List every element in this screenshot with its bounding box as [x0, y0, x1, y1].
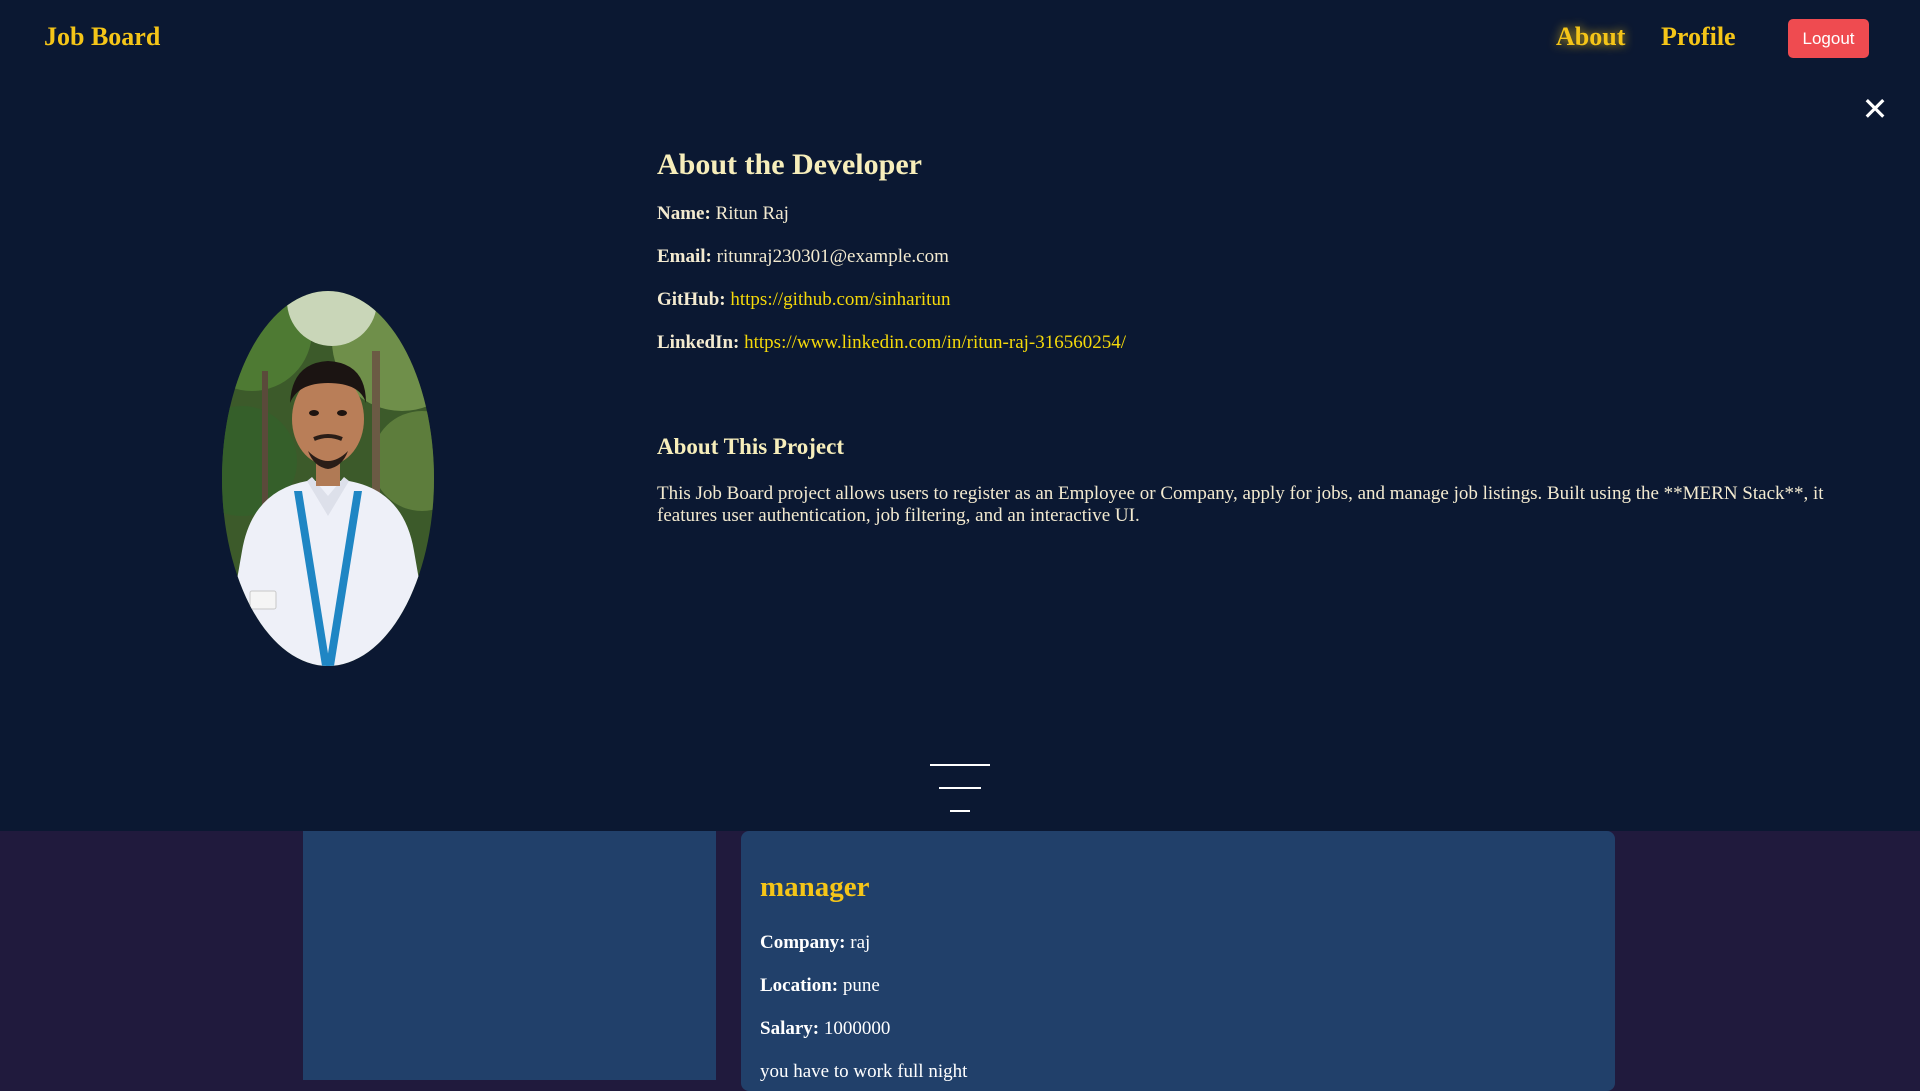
- job-company-value: raj: [850, 932, 871, 953]
- linkedin-label: LinkedIn:: [657, 332, 740, 353]
- job-salary: Salary: 1000000: [760, 1018, 890, 1040]
- job-title[interactable]: manager: [760, 871, 870, 904]
- developer-email-row: Email: ritunraj230301@example.com: [657, 246, 949, 268]
- developer-github-row: GitHub: https://github.com/sinharitun: [657, 289, 950, 311]
- job-location-label: Location:: [760, 975, 839, 996]
- job-company-label: Company:: [760, 932, 846, 953]
- name-label: Name:: [657, 203, 711, 224]
- project-description: This Job Board project allows users to r…: [657, 483, 1824, 526]
- about-overlay: ✕ About the Developer Name: Ritun Raj Em…: [0, 80, 1920, 831]
- nav-profile-link[interactable]: Profile: [1661, 22, 1736, 52]
- job-location: Location: pune: [760, 975, 880, 997]
- brand-logo[interactable]: Job Board: [44, 22, 160, 52]
- job-card: manager Company: raj Location: pune Sala…: [741, 831, 1615, 1091]
- developer-linkedin-row: LinkedIn: https://www.linkedin.com/in/ri…: [657, 332, 1126, 354]
- developer-name-row: Name: Ritun Raj: [657, 203, 789, 225]
- menu-line-middle: [939, 787, 981, 789]
- email-label: Email:: [657, 246, 712, 267]
- developer-avatar: [222, 291, 434, 666]
- job-company: Company: raj: [760, 932, 870, 954]
- logout-button[interactable]: Logout: [1788, 19, 1869, 58]
- github-label: GitHub:: [657, 289, 726, 310]
- job-salary-value: 1000000: [823, 1018, 891, 1039]
- menu-icon-lines[interactable]: [928, 760, 992, 816]
- developer-heading: About the Developer: [657, 148, 922, 181]
- filter-sidebar: [303, 831, 716, 1080]
- linkedin-link[interactable]: https://www.linkedin.com/in/ritun-raj-31…: [744, 332, 1126, 353]
- github-link[interactable]: https://github.com/sinharitun: [730, 289, 950, 310]
- project-heading: About This Project: [657, 434, 844, 459]
- job-salary-label: Salary:: [760, 1018, 820, 1039]
- close-icon[interactable]: ✕: [1860, 93, 1890, 125]
- name-value: Ritun Raj: [715, 203, 789, 224]
- nav-about-link[interactable]: About: [1556, 22, 1625, 52]
- email-value: ritunraj230301@example.com: [716, 246, 949, 267]
- menu-line-bottom: [950, 810, 970, 812]
- job-location-value: pune: [842, 975, 880, 996]
- developer-photo: [222, 291, 434, 666]
- navbar: Job Board About Profile Logout: [0, 0, 1920, 80]
- menu-line-top: [930, 764, 990, 766]
